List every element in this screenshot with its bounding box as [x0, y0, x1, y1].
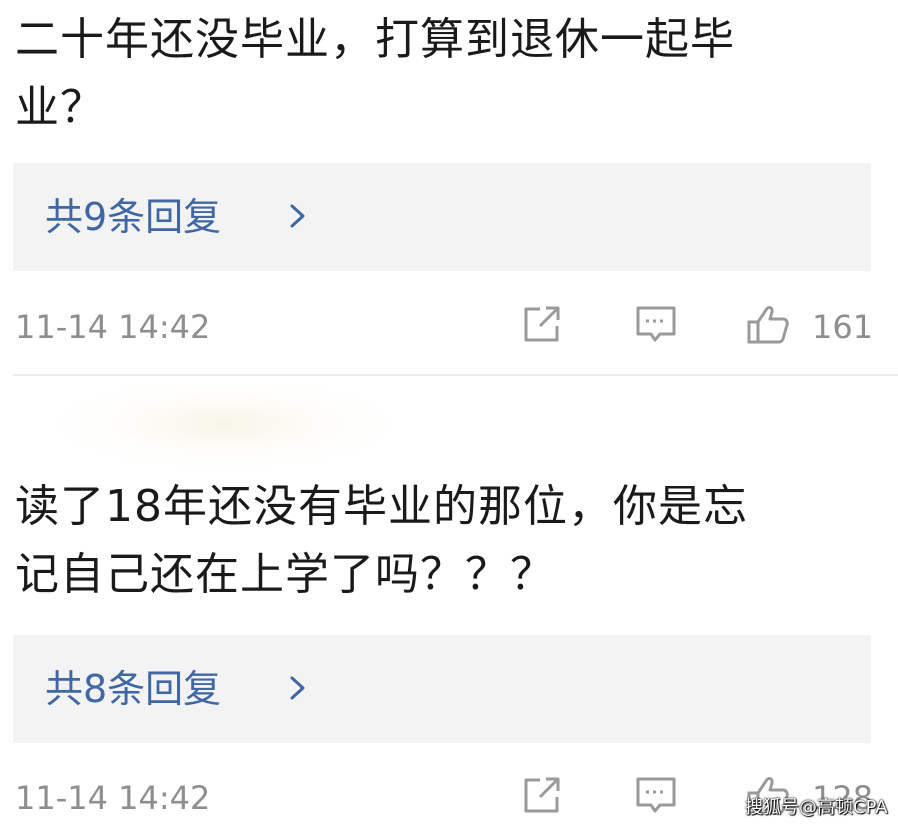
comment-text: 读了18年还没有毕业的那位，你是忘 记自己还在上学了吗？？？ [15, 473, 875, 609]
replies-link[interactable]: 共8条回复 [13, 635, 871, 743]
share-button[interactable] [520, 302, 564, 346]
comment-icon [636, 306, 676, 342]
comment-text-line: 读了18年还没有毕业的那位，你是忘 [15, 481, 748, 532]
chevron-right-icon [290, 204, 305, 228]
share-icon [524, 777, 560, 813]
comment-timestamp: 11-14 14:42 [15, 779, 211, 817]
share-icon [524, 306, 560, 342]
comment-text-line: 记自己还在上学了吗？？？ [15, 549, 555, 600]
comment-icon [636, 777, 676, 813]
replies-link[interactable]: 共9条回复 [13, 163, 871, 271]
comment-text-line: 二十年还没毕业，打算到退休一起毕 [15, 14, 735, 65]
comment-button[interactable] [634, 773, 678, 817]
watermark: 搜狐号@高顿CPA [745, 797, 888, 818]
chevron-right-icon [290, 676, 305, 700]
comment-text: 二十年还没毕业，打算到退休一起毕 业？ [15, 6, 875, 142]
thumbs-up-icon [747, 306, 789, 344]
comment-button[interactable] [634, 302, 678, 346]
blurred-region [60, 388, 390, 468]
comment-divider [13, 374, 898, 376]
comment-meta-row: 11-14 14:42 161 [0, 302, 898, 352]
like-count: 161 [812, 308, 874, 346]
comment-text-line: 业？ [15, 82, 105, 133]
like-button[interactable] [746, 302, 790, 346]
replies-count-label: 共8条回复 [45, 667, 222, 711]
comment-timestamp: 11-14 14:42 [15, 308, 211, 346]
share-button[interactable] [520, 773, 564, 817]
replies-count-label: 共9条回复 [45, 195, 222, 239]
